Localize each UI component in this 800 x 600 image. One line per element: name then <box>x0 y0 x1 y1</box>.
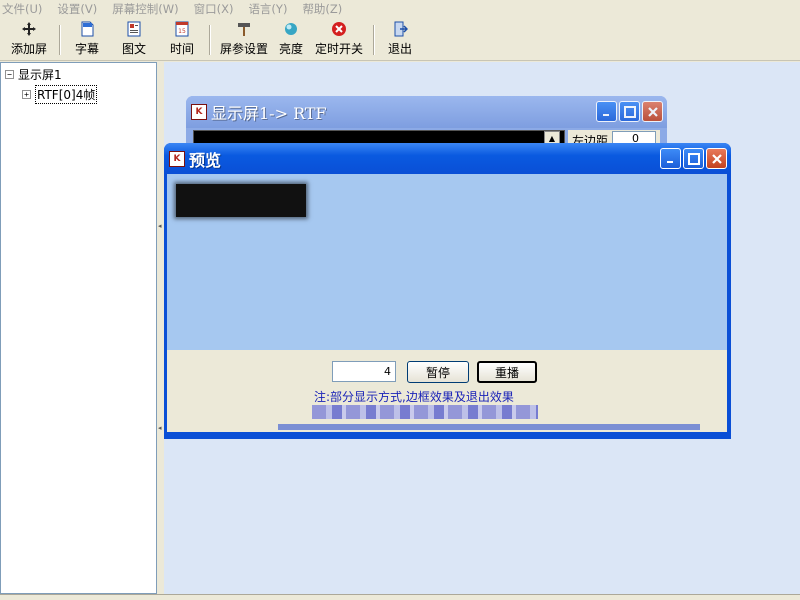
menu-screen-control[interactable]: 屏幕控制(W) <box>112 1 178 17</box>
maximize-icon <box>623 105 636 118</box>
close-button[interactable] <box>706 148 727 169</box>
menu-settings[interactable]: 设置(V) <box>57 1 97 17</box>
screen-settings-label: 屏参设置 <box>219 42 268 56</box>
maximize-button[interactable] <box>683 148 704 169</box>
menu-bar: 文件(U) 设置(V) 屏幕控制(W) 窗口(X) 语言(Y) 帮助(Z) <box>0 0 800 17</box>
menu-language[interactable]: 语言(Y) <box>248 1 287 17</box>
preview-controls: 4 暂停 重播 注:部分显示方式,边框效果及退出效果 <box>167 350 727 432</box>
menu-file[interactable]: 文件(U) <box>2 1 42 17</box>
brightness-label: 亮度 <box>278 42 303 56</box>
toolbar-separator <box>373 25 375 55</box>
minimize-icon <box>666 160 673 163</box>
screen-tree[interactable]: − 显示屏1 + RTF[0]4帧 <box>0 62 157 594</box>
tree-item-screen1[interactable]: − 显示屏1 <box>5 66 62 83</box>
caption-icon <box>78 20 96 38</box>
close-button[interactable] <box>642 101 663 122</box>
image-text-label: 图文 <box>121 42 146 56</box>
minimize-button[interactable] <box>660 148 681 169</box>
timer-switch-button[interactable]: 定时开关 <box>310 17 368 59</box>
rtf-window-title: 显示屏1-> RTF <box>211 104 327 123</box>
splitter-arrow-icon: ◂ <box>158 222 162 230</box>
caption-label: 字幕 <box>74 42 99 56</box>
preview-bottom-band <box>278 424 700 430</box>
maximize-button[interactable] <box>619 101 640 122</box>
rtf-window-titlebar[interactable]: K 显示屏1-> RTF <box>186 96 667 128</box>
time-label: 时间 <box>169 42 194 56</box>
image-text-icon <box>125 20 143 38</box>
tree-item-rtf-label: RTF[0]4帧 <box>35 85 98 104</box>
maximize-icon <box>687 152 700 165</box>
redacted-note-text <box>312 405 538 419</box>
preview-canvas <box>167 174 727 350</box>
menu-window[interactable]: 窗口(X) <box>194 1 234 17</box>
toolbar-separator <box>209 25 211 55</box>
expand-icon[interactable]: + <box>22 90 31 99</box>
calendar-icon: 15 <box>173 20 191 38</box>
panel-splitter[interactable]: ◂ ◂ <box>157 62 164 594</box>
hammer-icon <box>235 20 253 38</box>
replay-button[interactable]: 重播 <box>477 361 537 383</box>
timer-switch-label: 定时开关 <box>314 42 363 56</box>
screen-settings-button[interactable]: 屏参设置 <box>216 17 272 59</box>
preview-window[interactable]: K 预览 4 暂停 重播 注:部分显示方式,边框效果及退出效果 <box>164 143 731 439</box>
add-screen-icon <box>20 20 38 38</box>
app-icon: K <box>191 104 207 120</box>
tree-item-rtf[interactable]: + RTF[0]4帧 <box>22 85 98 104</box>
menu-help[interactable]: 帮助(Z) <box>302 1 342 17</box>
collapse-icon[interactable]: − <box>5 70 14 79</box>
frame-number-field[interactable]: 4 <box>332 361 396 382</box>
brightness-icon <box>282 20 300 38</box>
close-icon <box>647 106 658 117</box>
close-icon <box>711 153 722 164</box>
add-screen-button[interactable]: 添加屏 <box>4 17 54 59</box>
timer-switch-icon <box>330 20 348 38</box>
preview-window-titlebar[interactable]: K 预览 <box>164 143 731 174</box>
add-screen-label: 添加屏 <box>10 42 47 56</box>
pause-button[interactable]: 暂停 <box>407 361 469 383</box>
status-bar <box>0 594 800 600</box>
minimize-button[interactable] <box>596 101 617 122</box>
preview-window-title: 预览 <box>189 150 222 170</box>
toolbar-separator <box>59 25 61 55</box>
exit-icon <box>391 20 409 38</box>
caption-button[interactable]: 字幕 <box>66 17 108 59</box>
image-text-button[interactable]: 图文 <box>108 17 160 59</box>
preview-content-block <box>176 184 306 217</box>
tree-item-screen1-label: 显示屏1 <box>18 68 62 82</box>
minimize-icon <box>602 113 609 116</box>
toolbar: 添加屏 字幕 图文 15 时间 屏参设置 亮度 定时开关 退出 <box>0 17 800 61</box>
app-icon: K <box>169 150 185 167</box>
exit-button[interactable]: 退出 <box>380 17 420 59</box>
splitter-arrow-icon: ◂ <box>158 424 162 432</box>
svg-text:15: 15 <box>178 28 186 35</box>
exit-label: 退出 <box>387 42 412 56</box>
preview-note: 注:部分显示方式,边框效果及退出效果 <box>314 390 514 404</box>
time-button[interactable]: 15 时间 <box>160 17 204 59</box>
brightness-button[interactable]: 亮度 <box>272 17 310 59</box>
